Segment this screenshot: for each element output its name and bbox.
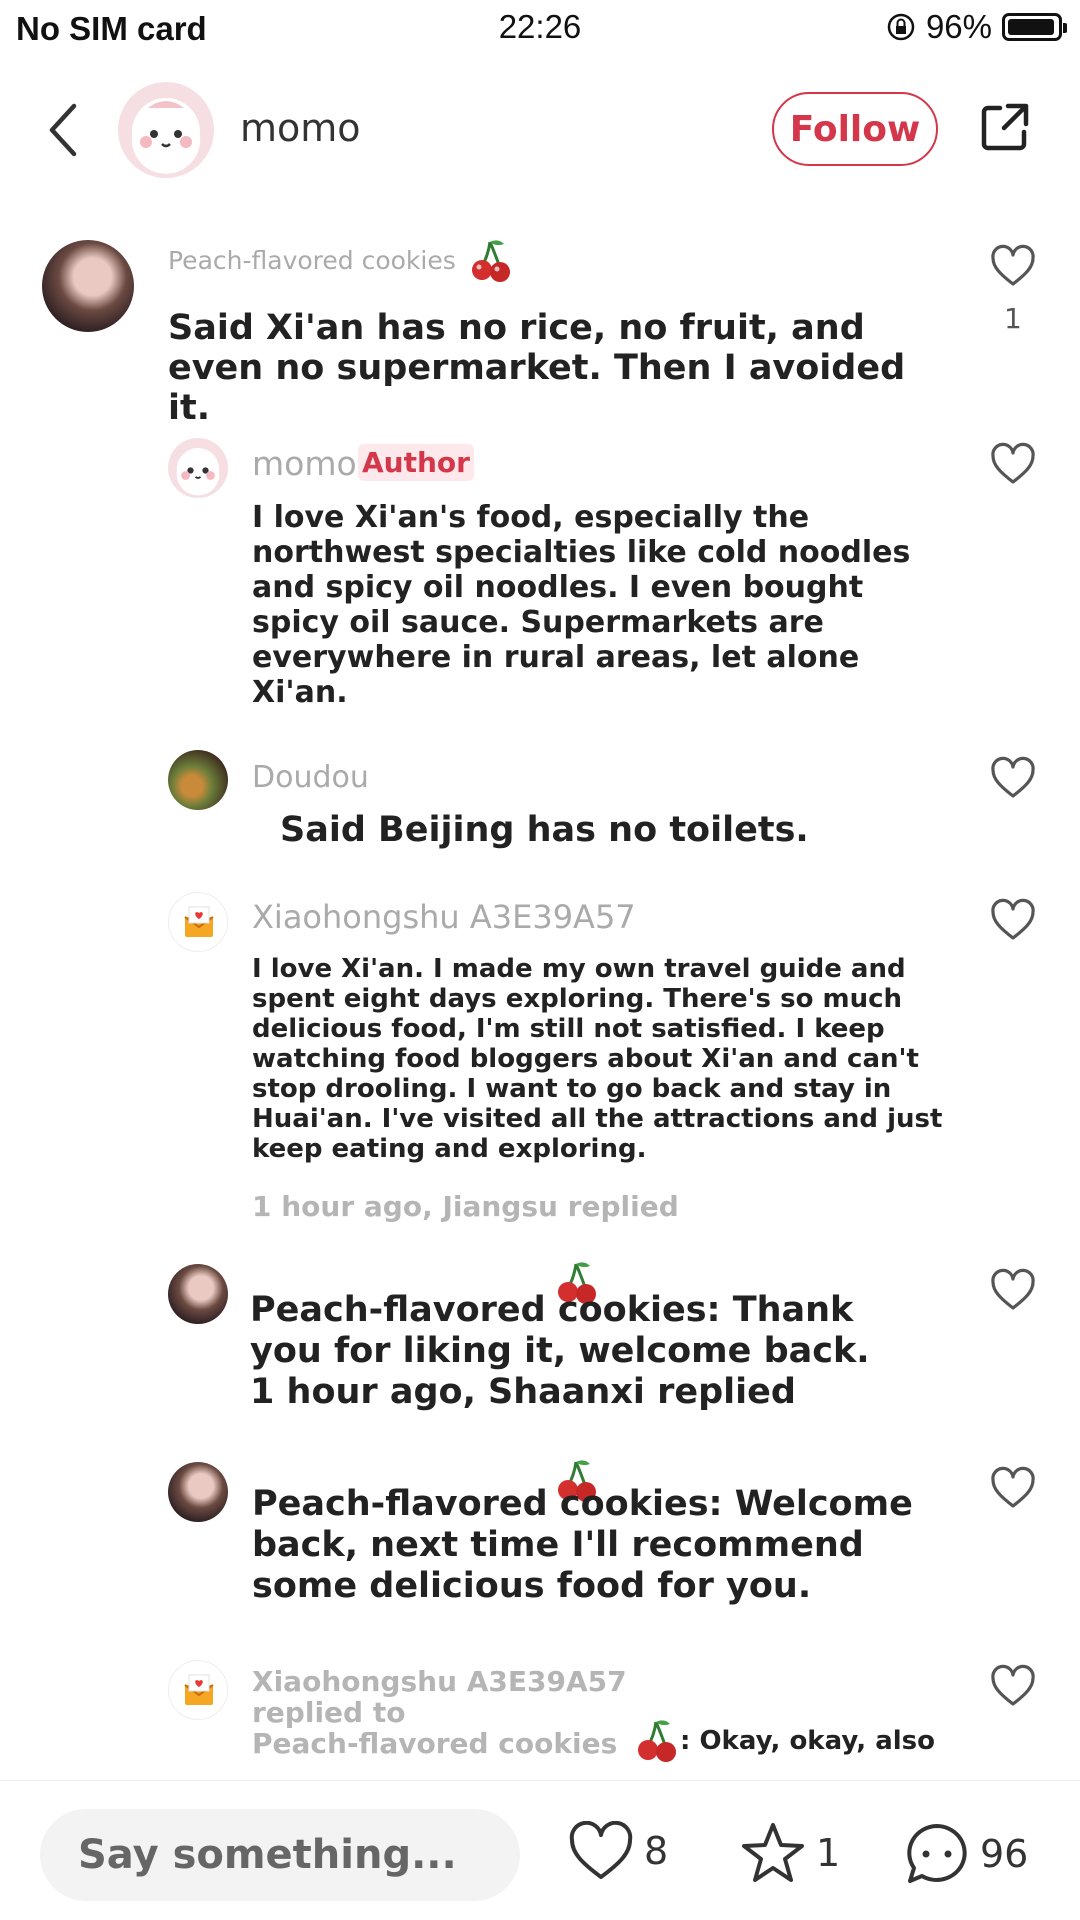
reply-text: : Okay, okay, also bbox=[680, 1726, 935, 1756]
reply-username[interactable]: momo bbox=[252, 444, 357, 483]
battery-icon bbox=[1002, 13, 1067, 41]
reply-line: Peach-flavored cookies: Thank bbox=[250, 1290, 854, 1330]
reply-line: you for liking it, welcome back. bbox=[250, 1331, 870, 1371]
envelope-heart-icon bbox=[184, 906, 214, 937]
comment-text: Said Xi'an has no rice, no fruit, and ev… bbox=[168, 308, 928, 428]
like-heart-icon[interactable] bbox=[990, 1664, 1036, 1708]
reply-line: spent eight days exploring. There's so m… bbox=[252, 984, 902, 1014]
like-heart-icon[interactable] bbox=[990, 898, 1036, 942]
reply-username[interactable]: Xiaohongshu A3E39A57 bbox=[252, 898, 636, 936]
reply-line: watching food bloggers about Xi'an and c… bbox=[252, 1044, 919, 1074]
user-avatar[interactable] bbox=[168, 892, 228, 952]
status-right: 96% bbox=[886, 8, 1067, 46]
like-heart-icon[interactable] bbox=[990, 1466, 1036, 1510]
status-bar: No SIM card 22:26 96% bbox=[0, 0, 1080, 56]
reply-line: stop drooling. I want to go back and sta… bbox=[252, 1074, 892, 1104]
reply-line: spicy oil sauce. Supermarkets are bbox=[252, 605, 824, 640]
back-arrow-icon[interactable] bbox=[44, 100, 84, 160]
comment-username[interactable]: Peach-flavored cookies bbox=[168, 246, 456, 275]
user-avatar[interactable] bbox=[168, 1462, 228, 1522]
collect-count: 1 bbox=[816, 1831, 841, 1875]
reply-line: delicious food, I'm still not satisfied.… bbox=[252, 1014, 885, 1044]
reply-line: I love Xi'an. I made my own travel guide… bbox=[252, 954, 906, 984]
user-avatar[interactable] bbox=[168, 750, 228, 810]
reply-text: I love Xi'an. I made my own travel guide… bbox=[252, 954, 972, 1164]
envelope-heart-icon bbox=[184, 1674, 214, 1705]
like-heart-icon[interactable] bbox=[990, 756, 1036, 800]
replied-to-label: replied to bbox=[252, 1696, 406, 1729]
reply-line: Peach-flavored cookies: Welcome bbox=[252, 1484, 913, 1524]
reply-item: Peach-flavored cookies: Thank you for li… bbox=[0, 1260, 1080, 1430]
reply-text: Peach-flavored cookies: Welcome back, ne… bbox=[252, 1484, 972, 1607]
reply-line: some delicious food for you. bbox=[252, 1566, 812, 1606]
comment-button[interactable]: 96 bbox=[904, 1821, 1028, 1887]
reply-line: northwest specialties like cold noodles bbox=[252, 535, 911, 570]
header: momo Follow bbox=[0, 70, 1080, 190]
reply-username[interactable]: Doudou bbox=[252, 760, 369, 795]
comment-input[interactable]: Say something... bbox=[40, 1809, 520, 1901]
reply-line: Huai'an. I've visited all the attraction… bbox=[252, 1104, 943, 1134]
reply-line: and spicy oil noodles. I even bought bbox=[252, 570, 864, 605]
like-heart-icon[interactable] bbox=[990, 1268, 1036, 1312]
reply-text: Peach-flavored cookies: Thank you for li… bbox=[250, 1290, 970, 1413]
comment-item: Peach-flavored cookies Said Xi'an has no… bbox=[0, 230, 1080, 428]
comment-count: 96 bbox=[980, 1832, 1029, 1876]
user-avatar[interactable] bbox=[42, 240, 134, 332]
reply-item: Peach-flavored cookies: Welcome back, ne… bbox=[0, 1458, 1080, 1638]
like-count: 1 bbox=[1004, 302, 1022, 335]
star-icon bbox=[742, 1823, 804, 1882]
reply-line: Xi'an. bbox=[252, 675, 348, 710]
cherry-icon bbox=[636, 1718, 676, 1762]
like-count: 8 bbox=[644, 1829, 669, 1873]
like-heart-icon[interactable] bbox=[990, 442, 1036, 486]
reply-item: momo Author I love Xi'an's food, especia… bbox=[0, 430, 1080, 720]
heart-icon bbox=[569, 1821, 633, 1879]
reply-line: back, next time I'll recommend bbox=[252, 1525, 864, 1565]
battery-percent: 96% bbox=[925, 8, 992, 45]
user-avatar[interactable] bbox=[168, 438, 228, 498]
reply-item: Doudou Said Beijing has no toilets. bbox=[0, 748, 1080, 858]
author-name[interactable]: momo bbox=[240, 106, 361, 150]
user-avatar[interactable] bbox=[168, 1264, 228, 1324]
reply-meta: 1 hour ago, Jiangsu replied bbox=[252, 1190, 679, 1223]
cherry-icon bbox=[470, 238, 510, 282]
reply-line: 1 hour ago, Shaanxi replied bbox=[250, 1372, 796, 1412]
reply-text: I love Xi'an's food, especially the nort… bbox=[252, 500, 972, 710]
share-icon[interactable] bbox=[978, 100, 1032, 154]
comment-line: Said Xi'an has no rice, no fruit, and bbox=[168, 308, 865, 348]
collect-button[interactable]: 1 bbox=[740, 1821, 840, 1885]
like-heart-icon[interactable] bbox=[990, 244, 1036, 288]
user-avatar[interactable] bbox=[168, 1660, 228, 1720]
reply-item: Xiaohongshu A3E39A57 I love Xi'an. I mad… bbox=[0, 890, 1080, 1230]
reply-username[interactable]: Xiaohongshu A3E39A57 bbox=[252, 1666, 627, 1697]
reply-header: Xiaohongshu A3E39A57 replied to Peach-fl… bbox=[252, 1666, 627, 1759]
reply-text: Said Beijing has no toilets. bbox=[280, 810, 809, 850]
bottom-bar: Say something... 8 1 96 bbox=[0, 1780, 1080, 1920]
reply-line: keep eating and exploring. bbox=[252, 1134, 647, 1164]
comment-line: even no supermarket. Then I avoided it. bbox=[168, 348, 906, 428]
like-button[interactable]: 8 bbox=[568, 1821, 668, 1881]
reply-target[interactable]: Peach-flavored cookies bbox=[252, 1728, 627, 1759]
rotation-lock-icon bbox=[887, 13, 915, 41]
reply-line: I love Xi'an's food, especially the bbox=[252, 500, 810, 535]
reply-line: everywhere in rural areas, let alone bbox=[252, 640, 860, 675]
comment-bubble-icon bbox=[907, 1824, 967, 1883]
author-badge: Author bbox=[358, 444, 474, 481]
follow-button[interactable]: Follow bbox=[772, 92, 938, 166]
reply-item: Xiaohongshu A3E39A57 replied to Peach-fl… bbox=[0, 1656, 1080, 1776]
author-avatar[interactable] bbox=[118, 82, 214, 178]
